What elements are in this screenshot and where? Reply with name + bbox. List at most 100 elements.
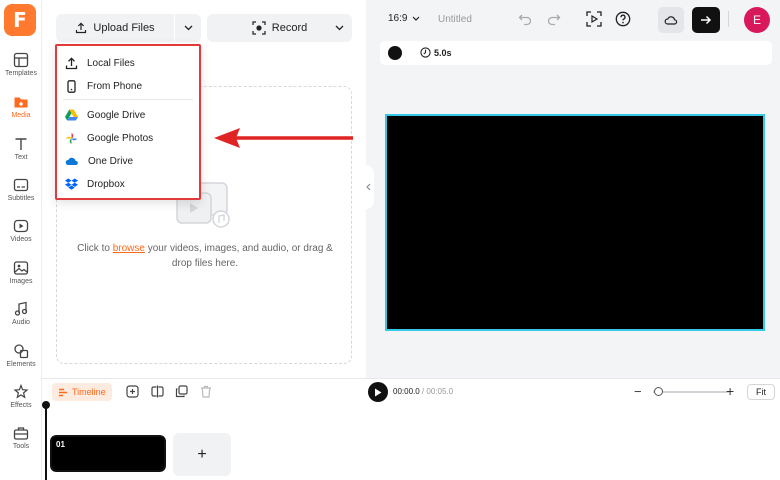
dropzone-text-prefix: Click to xyxy=(77,243,113,254)
playhead-line xyxy=(45,403,47,480)
sidebar-item-media[interactable]: Media xyxy=(0,94,42,134)
properties-bar: 5.0s xyxy=(380,41,772,65)
sidebar-item-label: Text xyxy=(14,154,28,161)
upload-icon xyxy=(76,22,87,34)
help-icon[interactable] xyxy=(615,11,631,27)
sidebar-item-images[interactable]: Images xyxy=(0,260,42,300)
menu-item-label: Dropbox xyxy=(87,178,125,190)
editor-topbar: 16:9 Untitled E xyxy=(366,0,780,38)
subtitles-icon xyxy=(13,178,29,192)
delete-icon[interactable] xyxy=(200,385,212,398)
google-drive-icon xyxy=(65,109,78,121)
current-time: 00:00.0 xyxy=(393,387,420,396)
split-icon[interactable] xyxy=(151,385,164,398)
menu-item-onedrive[interactable]: One Drive xyxy=(65,151,193,171)
add-clip-button[interactable]: + xyxy=(173,433,231,476)
templates-icon xyxy=(13,52,29,68)
topbar-divider xyxy=(728,11,729,27)
zoom-out-button[interactable]: − xyxy=(634,384,642,399)
annotation-arrow-icon xyxy=(214,128,353,148)
google-photos-icon xyxy=(66,132,77,144)
tab-timeline[interactable]: Timeline xyxy=(52,383,112,401)
menu-divider xyxy=(63,99,193,100)
sidebar-item-label: Subtitles xyxy=(7,195,35,202)
fit-button[interactable]: Fit xyxy=(747,384,775,400)
sidebar-item-effects[interactable]: Effects xyxy=(0,384,42,424)
menu-item-from-phone[interactable]: From Phone xyxy=(65,76,193,96)
upload-options-dropdown[interactable] xyxy=(175,14,201,42)
timeline-clip[interactable]: 01 xyxy=(49,434,167,473)
sidebar-item-videos[interactable]: Videos xyxy=(0,218,42,258)
sidebar-item-audio[interactable]: Audio xyxy=(0,301,42,341)
upload-icon xyxy=(65,56,78,69)
chevron-down-icon xyxy=(413,16,420,21)
dropzone-instructions: Click to browse your videos, images, and… xyxy=(71,241,339,271)
menu-item-label: Local Files xyxy=(87,57,135,69)
sidebar-item-label: Effects xyxy=(10,402,32,409)
export-button[interactable] xyxy=(692,7,720,33)
zoom-in-button[interactable]: + xyxy=(726,383,734,399)
zoom-slider-handle[interactable] xyxy=(654,387,663,396)
audio-icon xyxy=(14,301,28,316)
cloud-save-button[interactable] xyxy=(658,7,684,33)
preview-area: 16:9 Untitled E 5.0s xyxy=(366,0,780,378)
left-sidebar: F Templates Media Text Subtitles Videos … xyxy=(0,0,42,480)
sidebar-item-elements[interactable]: Elements xyxy=(0,343,42,383)
clock-icon xyxy=(420,47,431,58)
sidebar-item-label: Media xyxy=(11,112,31,119)
upload-files-button[interactable]: Upload Files xyxy=(56,14,174,42)
arrow-right-icon xyxy=(701,15,712,25)
menu-item-label: From Phone xyxy=(87,80,143,92)
sidebar-item-text[interactable]: Text xyxy=(0,136,42,176)
duration-value: 5.0s xyxy=(434,47,452,58)
chevron-left-icon xyxy=(365,183,370,191)
chevron-down-icon xyxy=(184,25,192,31)
media-icon xyxy=(14,97,28,108)
duration-control[interactable]: 5.0s xyxy=(420,47,452,58)
app-logo[interactable]: F xyxy=(4,4,36,36)
sidebar-item-templates[interactable]: Templates xyxy=(0,52,42,92)
dropbox-icon xyxy=(65,178,78,190)
sidebar-item-label: Elements xyxy=(6,361,36,368)
menu-item-dropbox[interactable]: Dropbox xyxy=(65,174,193,194)
menu-item-label: Google Photos xyxy=(87,132,154,144)
browse-link[interactable]: browse xyxy=(113,243,145,254)
zoom-slider[interactable] xyxy=(653,391,729,393)
sidebar-item-label: Tools xyxy=(12,443,30,450)
collapse-panel-handle[interactable] xyxy=(362,165,374,209)
logo-letter: F xyxy=(13,8,27,32)
video-canvas[interactable] xyxy=(385,114,765,331)
background-color-swatch[interactable] xyxy=(388,46,402,60)
chevron-down-icon[interactable] xyxy=(335,25,344,31)
sidebar-item-label: Images xyxy=(9,278,33,285)
dropzone-text-suffix: your videos, images, and audio, or drag … xyxy=(144,243,333,269)
tools-icon xyxy=(13,427,29,440)
sidebar-item-subtitles[interactable]: Subtitles xyxy=(0,177,42,217)
sidebar-item-tools[interactable]: Tools xyxy=(0,425,42,465)
menu-item-google-photos[interactable]: Google Photos xyxy=(65,128,193,148)
user-avatar[interactable]: E xyxy=(744,7,770,33)
add-element-icon[interactable] xyxy=(126,385,139,398)
total-time: 00:05.0 xyxy=(426,387,454,396)
timeline-tab-label: Timeline xyxy=(72,387,106,397)
sidebar-item-label: Videos xyxy=(10,236,32,243)
upload-files-label: Upload Files xyxy=(93,22,155,34)
aspect-ratio-value: 16:9 xyxy=(388,13,408,24)
elements-icon xyxy=(14,344,29,359)
clip-number: 01 xyxy=(56,440,65,449)
play-button[interactable] xyxy=(368,382,388,402)
menu-item-label: One Drive xyxy=(88,155,134,167)
aspect-ratio-select[interactable]: 16:9 xyxy=(388,13,420,24)
preview-play-icon[interactable] xyxy=(586,11,602,27)
undo-icon[interactable] xyxy=(518,12,532,26)
upload-source-menu: Local Files From Phone Google Drive Goog… xyxy=(55,44,201,200)
menu-item-google-drive[interactable]: Google Drive xyxy=(65,105,193,125)
menu-item-local-files[interactable]: Local Files xyxy=(65,53,193,73)
redo-icon[interactable] xyxy=(547,12,561,26)
record-button[interactable]: Record xyxy=(207,14,352,42)
menu-item-label: Google Drive xyxy=(87,109,146,121)
project-title[interactable]: Untitled xyxy=(438,14,472,25)
sidebar-item-label: Templates xyxy=(5,70,37,77)
timeline-icon xyxy=(59,388,67,396)
duplicate-icon[interactable] xyxy=(175,385,188,398)
